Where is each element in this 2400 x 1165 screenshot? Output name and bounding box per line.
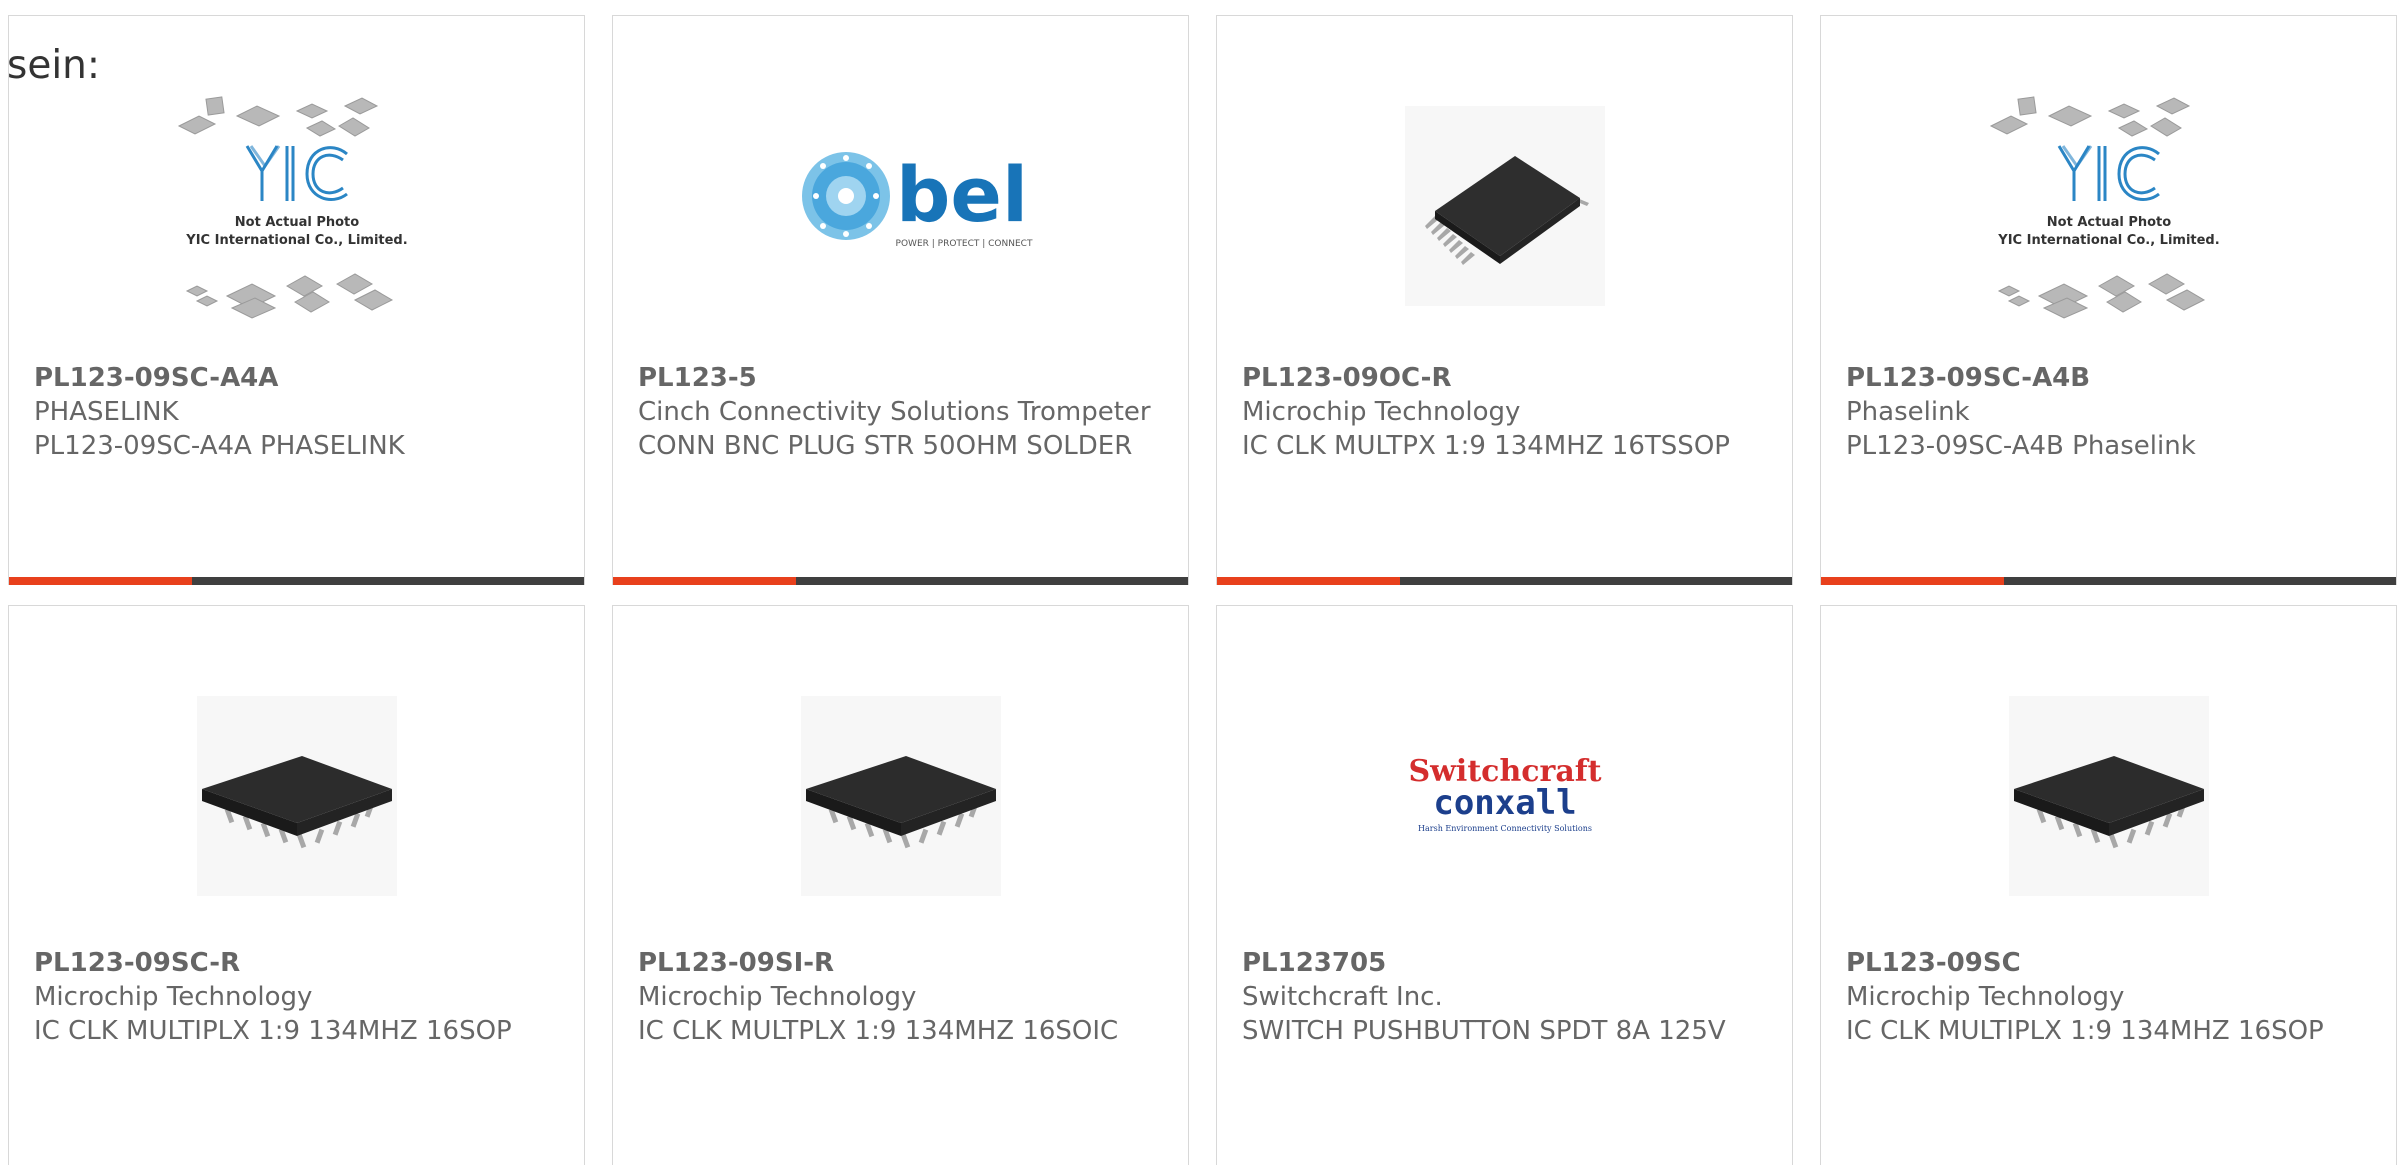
product-info: PL123-09SI-R Microchip Technology IC CLK… [638, 946, 1168, 1048]
part-number-link[interactable]: PL123-09SC-A4A [34, 361, 564, 395]
product-card[interactable]: Not Actual Photo YIC International Co., … [1820, 15, 2397, 585]
image-caption: Not Actual Photo [2046, 215, 2170, 230]
part-number-link[interactable]: PL123-09SC-A4B [1846, 361, 2376, 395]
card-bar-accent [9, 577, 192, 585]
description: IC CLK MULTIPLX 1:9 134MHZ 16SOP [1846, 1016, 2324, 1046]
product-card[interactable]: Switchcraft conxall Harsh Environment Co… [1216, 605, 1793, 1165]
card-bottom-bar [613, 577, 1188, 585]
product-info: PL123-09SC-A4B Phaselink PL123-09SC-A4B … [1846, 361, 2376, 463]
product-image-soic-chip[interactable] [761, 671, 1041, 931]
product-image-switchcraft-logo[interactable]: Switchcraft conxall Harsh Environment Co… [1365, 671, 1645, 931]
manufacturer: Microchip Technology [34, 982, 313, 1012]
part-number-link[interactable]: PL123-09OC-R [1242, 361, 1772, 395]
manufacturer: Cinch Connectivity Solutions Trompeter [638, 397, 1151, 427]
card-bar-accent [1217, 577, 1400, 585]
product-card[interactable]: PL123-09OC-R Microchip Technology IC CLK… [1216, 15, 1793, 585]
manufacturer: PHASELINK [34, 397, 179, 427]
product-card[interactable]: Not Actual Photo YIC International Co., … [8, 15, 585, 585]
description: PL123-09SC-A4B Phaselink [1846, 431, 2196, 461]
card-bar-accent [1821, 577, 2004, 585]
manufacturer: Microchip Technology [1242, 397, 1521, 427]
product-image-tssop-chip[interactable] [1365, 86, 1645, 346]
product-card[interactable]: PL123-09SC Microchip Technology IC CLK M… [1820, 605, 2397, 1165]
card-bar-accent [613, 577, 796, 585]
product-card[interactable]: PL123-09SC-R Microchip Technology IC CLK… [8, 605, 585, 1165]
product-info: PL123705 Switchcraft Inc. SWITCH PUSHBUT… [1242, 946, 1772, 1048]
bel-globe-icon [801, 152, 890, 240]
product-info: PL123-09OC-R Microchip Technology IC CLK… [1242, 361, 1772, 463]
product-info: PL123-09SC Microchip Technology IC CLK M… [1846, 946, 2376, 1048]
product-card[interactable]: bel POWER | PROTECT | CONNECT PL123-5 Ci… [612, 15, 1189, 585]
manufacturer: Switchcraft Inc. [1242, 982, 1443, 1012]
description: IC CLK MULTPX 1:9 134MHZ 16TSSOP [1242, 431, 1730, 461]
image-caption: Not Actual Photo [234, 215, 358, 230]
description: IC CLK MULTIPLX 1:9 134MHZ 16SOP [34, 1016, 512, 1046]
conxall-logo-text: conxall [1433, 783, 1576, 823]
image-caption: YIC International Co., Limited. [1997, 233, 2219, 248]
product-image-yic-placeholder[interactable]: Not Actual Photo YIC International Co., … [157, 86, 437, 346]
card-bottom-bar [9, 577, 584, 585]
product-image-bel-logo[interactable]: bel POWER | PROTECT | CONNECT [761, 86, 1041, 346]
part-number-link[interactable]: PL123-09SI-R [638, 946, 1168, 980]
product-info: PL123-09SC-R Microchip Technology IC CLK… [34, 946, 564, 1048]
product-image-soic-chip[interactable] [157, 671, 437, 931]
bel-tagline: POWER | PROTECT | CONNECT [895, 239, 1032, 249]
intro-text: sein: [7, 43, 101, 88]
part-number-link[interactable]: PL123-09SC-R [34, 946, 564, 980]
product-image-yic-placeholder[interactable]: Not Actual Photo YIC International Co., … [1969, 86, 2249, 346]
product-card[interactable]: PL123-09SI-R Microchip Technology IC CLK… [612, 605, 1189, 1165]
card-bottom-bar [1217, 577, 1792, 585]
bel-logo-text: bel [896, 150, 1028, 239]
product-image-soic-chip[interactable] [1969, 671, 2249, 931]
description: IC CLK MULTPLX 1:9 134MHZ 16SOIC [638, 1016, 1119, 1046]
part-number-link[interactable]: PL123705 [1242, 946, 1772, 980]
part-number-link[interactable]: PL123-09SC [1846, 946, 2376, 980]
manufacturer: Microchip Technology [1846, 982, 2125, 1012]
image-caption: YIC International Co., Limited. [185, 233, 407, 248]
description: PL123-09SC-A4A PHASELINK [34, 431, 405, 461]
switchcraft-tagline: Harsh Environment Connectivity Solutions [1418, 824, 1592, 833]
description: CONN BNC PLUG STR 50OHM SOLDER [638, 431, 1133, 461]
product-info: PL123-09SC-A4A PHASELINK PL123-09SC-A4A … [34, 361, 564, 463]
card-bottom-bar [1821, 577, 2396, 585]
manufacturer: Phaselink [1846, 397, 1970, 427]
part-number-link[interactable]: PL123-5 [638, 361, 1168, 395]
manufacturer: Microchip Technology [638, 982, 917, 1012]
product-info: PL123-5 Cinch Connectivity Solutions Tro… [638, 361, 1168, 463]
description: SWITCH PUSHBUTTON SPDT 8A 125V [1242, 1016, 1726, 1046]
